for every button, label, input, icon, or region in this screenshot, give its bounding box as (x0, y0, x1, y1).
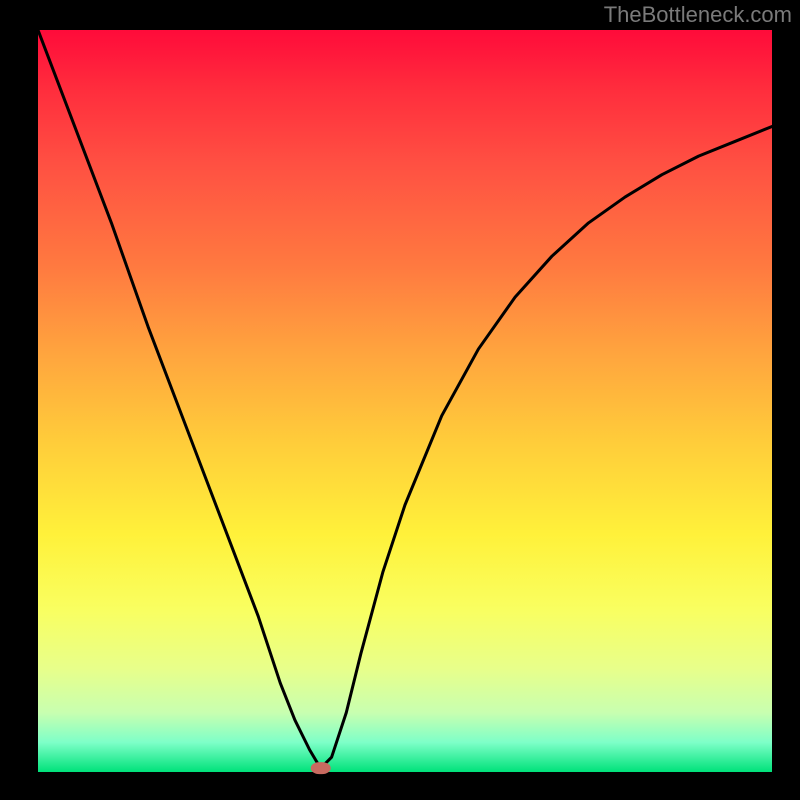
plot-area (38, 30, 772, 772)
curve-path (38, 30, 772, 768)
bottleneck-curve (38, 30, 772, 772)
watermark-text: TheBottleneck.com (604, 2, 792, 28)
optimum-marker (310, 762, 331, 774)
